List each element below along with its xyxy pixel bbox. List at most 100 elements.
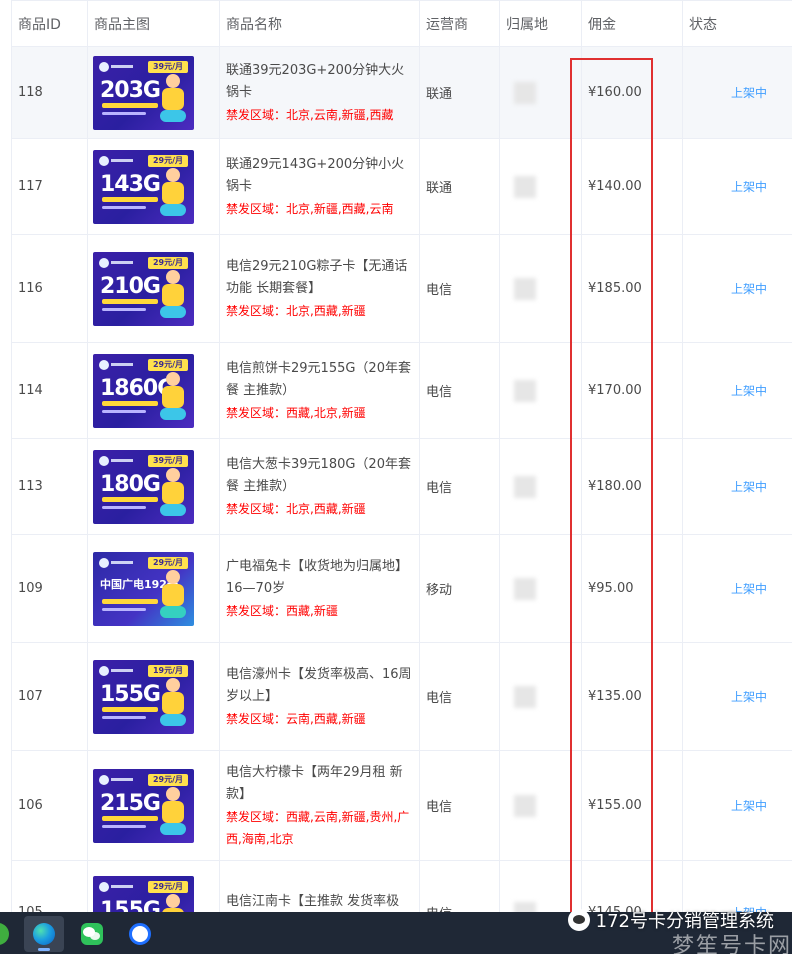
banned-regions: 禁发区域：北京,云南,新疆,西藏 [226,107,394,122]
status-link[interactable]: 上架中 [689,382,792,399]
product-thumbnail[interactable]: 19元/月 155G [93,659,194,734]
taskbar-wechat-button[interactable] [72,916,112,952]
mascot-figure-icon [156,73,190,124]
cell-status: 上架中 [682,642,792,751]
banned-regions: 禁发区域：云南,西藏,新疆 [226,711,366,726]
taskbar-app-button[interactable] [0,916,18,952]
header-name: 商品名称 [219,0,420,47]
cell-image: 29元/月 155G [87,860,220,913]
thumb-price: 29元/月 [147,256,188,269]
cell-id: 118 [11,46,88,139]
cell-operator: 电信 [419,750,500,861]
table-row[interactable]: 109 29元/月 中国广电192卡 广电福兔卡【收货地为归属地】16—70岁 … [11,534,792,643]
status-link[interactable]: 上架中 [689,797,792,814]
status-link[interactable]: 上架中 [689,688,792,705]
table-row[interactable]: 106 29元/月 215G 电信大柠檬卡【两年29月租 新款】 禁发区域：西藏… [11,750,792,861]
banned-regions: 禁发区域：北京,西藏,新疆 [226,501,366,516]
cell-name: 电信濠州卡【发货率极高、16周岁以上】 禁发区域：云南,西藏,新疆 [219,642,420,751]
app-icon [0,923,9,945]
status-link[interactable]: 上架中 [689,178,792,195]
banned-regions: 禁发区域：西藏,新疆 [226,603,338,618]
thumb-data-amount: 155G [100,681,161,707]
product-thumbnail[interactable]: 29元/月 143G [93,149,194,224]
header-id[interactable]: 商品ID [11,0,88,47]
blurred-location [514,901,536,912]
table-row[interactable]: 107 19元/月 155G 电信濠州卡【发货率极高、16周岁以上】 禁发区域：… [11,642,792,751]
product-name: 电信煎饼卡29元155G（20年套餐 主推款） [226,360,411,398]
product-thumbnail[interactable]: 39元/月 203G [93,55,194,130]
cell-operator: 电信 [419,438,500,535]
cell-name: 联通29元143G+200分钟小火锅卡 禁发区域：北京,新疆,西藏,云南 [219,138,420,235]
wechat-official-account-icon [567,909,590,931]
header-image: 商品主图 [87,0,220,47]
header-commission: 佣金 [581,0,683,47]
cell-operator: 电信 [419,342,500,439]
cell-image: 29元/月 中国广电192卡 [87,534,220,643]
wechat-icon [81,923,103,945]
cell-id: 106 [11,750,88,861]
cell-id: 117 [11,138,88,235]
status-link[interactable]: 上架中 [689,580,792,597]
mascot-figure-icon [156,677,190,728]
status-link[interactable]: 上架中 [689,84,792,101]
product-name: 广电福兔卡【收货地为归属地】16—70岁 [226,558,409,596]
cell-location [499,234,582,343]
cell-status: 上架中 [682,750,792,861]
status-link[interactable]: 上架中 [689,478,792,495]
thumb-note [102,409,146,413]
cell-operator: 联通 [419,46,500,139]
cell-status: 上架中 [682,46,792,139]
product-thumbnail[interactable]: 29元/月 1860G [93,353,194,428]
thumb-note [102,607,146,611]
product-thumbnail[interactable]: 29元/月 155G [93,875,194,913]
cell-location [499,750,582,861]
table-row[interactable]: 113 39元/月 180G 电信大葱卡39元180G（20年套餐 主推款） 禁… [11,438,792,535]
table-header-row: 商品ID 商品主图 商品名称 运营商 归属地 佣金 状态 [11,0,792,47]
thumb-note [102,205,146,209]
cell-location [499,642,582,751]
cell-id: 109 [11,534,88,643]
product-thumbnail[interactable]: 29元/月 中国广电192卡 [93,551,194,626]
telecom-logo-icon [99,665,133,676]
cell-operator: 联通 [419,138,500,235]
cell-status: 上架中 [682,342,792,439]
product-thumbnail[interactable]: 29元/月 210G [93,251,194,326]
status-link[interactable]: 上架中 [689,280,792,297]
thumb-data-amount: 155G [100,897,161,913]
mascot-figure-icon [156,786,190,837]
cell-id: 114 [11,342,88,439]
cell-operator: 移动 [419,534,500,643]
taskbar-qq-button[interactable] [120,916,160,952]
mascot-figure-icon [156,269,190,320]
product-table-container: 商品ID 商品主图 商品名称 运营商 归属地 佣金 状态 118 39元/月 2… [0,0,792,912]
thumb-price: 39元/月 [147,454,188,467]
product-name: 电信大葱卡39元180G（20年套餐 主推款） [226,456,411,494]
cell-name: 电信29元210G粽子卡【无通话功能 长期套餐】 禁发区域：北京,西藏,新疆 [219,234,420,343]
product-thumbnail[interactable]: 29元/月 215G [93,768,194,843]
product-name: 联通39元203G+200分钟大火锅卡 [226,62,405,100]
product-name: 电信江南卡【主推款 发货率极高】 [226,893,400,909]
thumb-price: 29元/月 [147,880,188,893]
banned-regions: 禁发区域：北京,新疆,西藏,云南 [226,201,394,216]
cell-location [499,534,582,643]
cell-location [499,138,582,235]
thumb-tagline [102,598,158,604]
product-thumbnail[interactable]: 39元/月 180G [93,449,194,524]
blurred-location [514,81,536,104]
thumb-price: 29元/月 [147,773,188,786]
table-row[interactable]: 114 29元/月 1860G 电信煎饼卡29元155G（20年套餐 主推款） … [11,342,792,439]
thumb-data-amount: 210G [100,273,161,299]
cell-image: 39元/月 180G [87,438,220,535]
blurred-location [514,794,536,817]
banned-regions: 禁发区域：西藏,云南,新疆,贵州,广西,海南,北京 [226,809,410,846]
blurred-location [514,175,536,198]
table-row[interactable]: 118 39元/月 203G 联通39元203G+200分钟大火锅卡 禁发区域：… [11,46,792,139]
table-row[interactable]: 117 29元/月 143G 联通29元143G+200分钟小火锅卡 禁发区域：… [11,138,792,235]
table-row[interactable]: 116 29元/月 210G 电信29元210G粽子卡【无通话功能 长期套餐】 … [11,234,792,343]
cell-status: 上架中 [682,234,792,343]
thumb-tagline [102,815,158,821]
header-operator: 运营商 [419,0,500,47]
taskbar-edge-button[interactable] [24,916,64,952]
broadcast-logo-icon [99,557,133,568]
cell-location [499,342,582,439]
